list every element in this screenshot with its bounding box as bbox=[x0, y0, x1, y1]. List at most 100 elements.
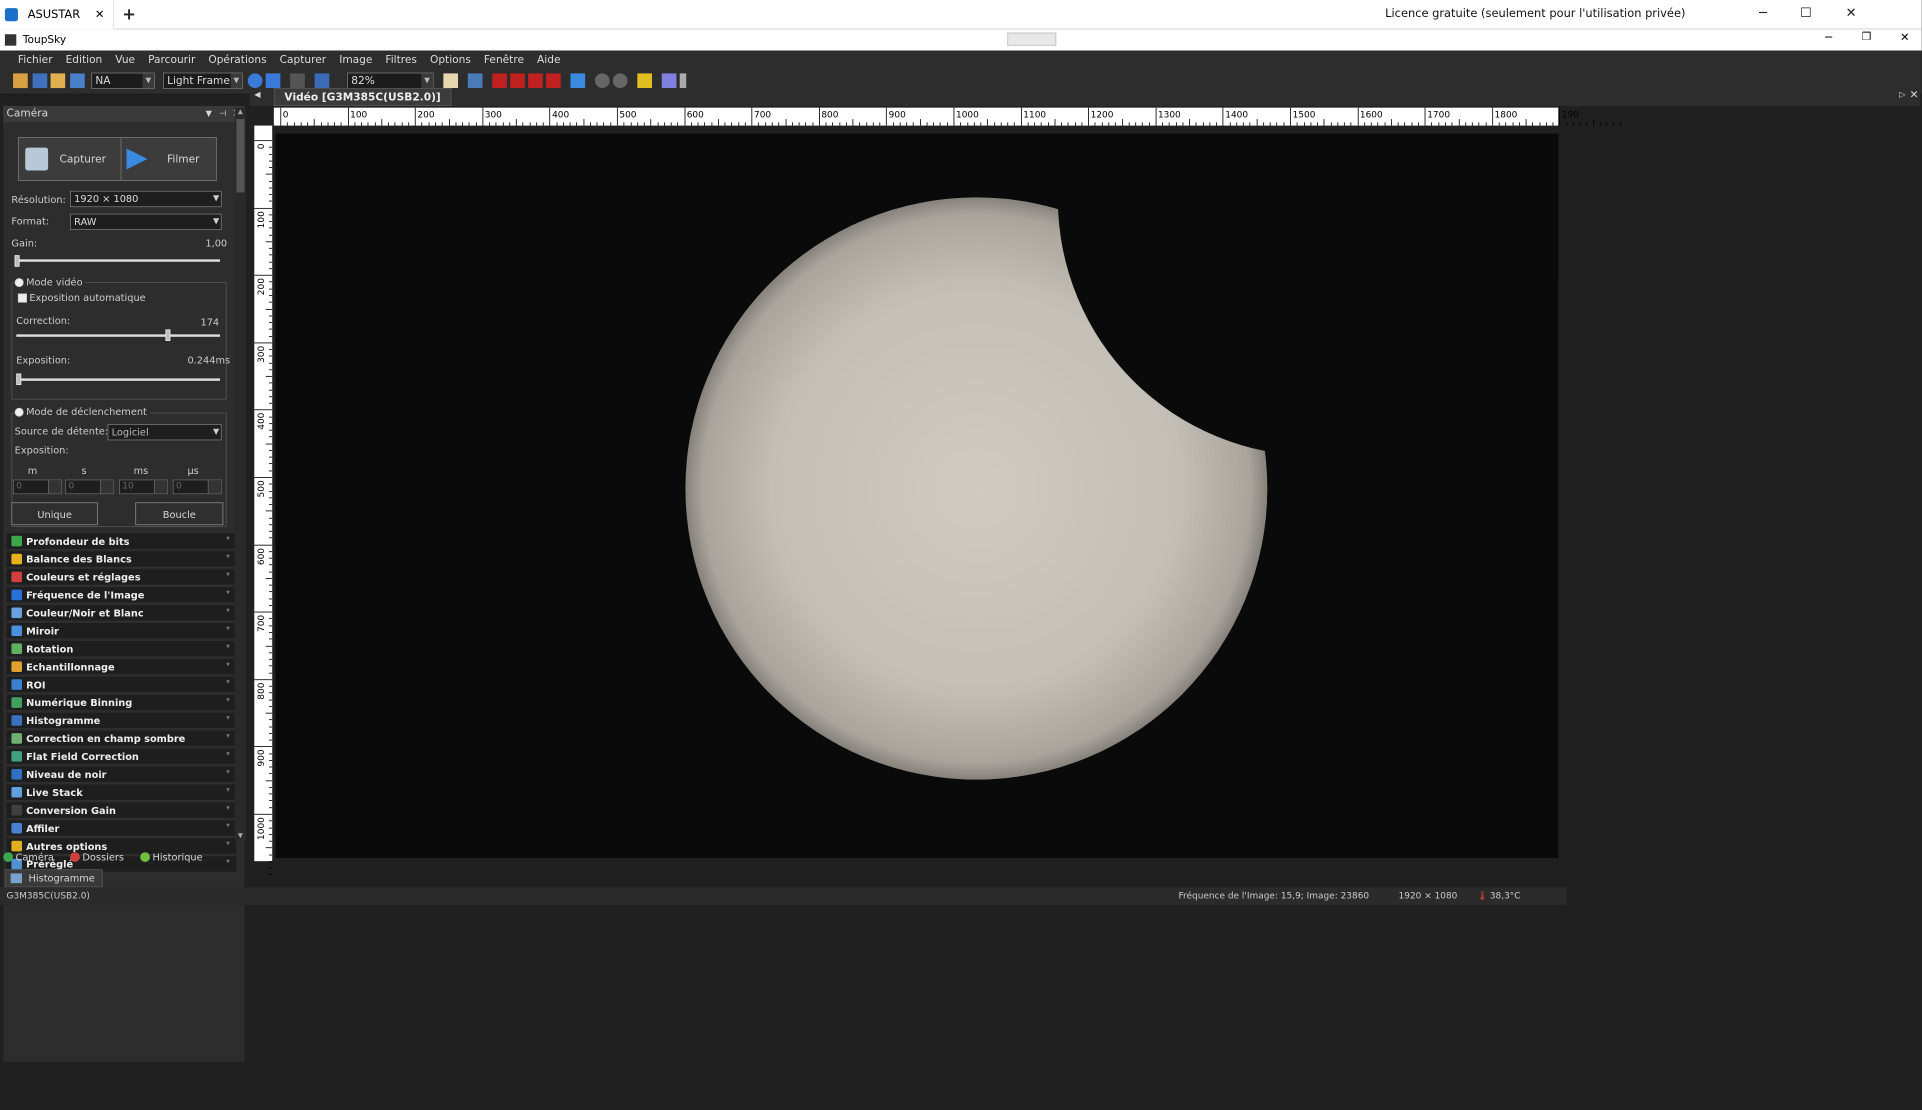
video-mode-radio[interactable]: Mode vidéo bbox=[14, 276, 86, 288]
single-button[interactable]: Unique bbox=[11, 502, 98, 526]
panel-scrollbar[interactable]: ▲ ▼ bbox=[234, 107, 247, 842]
scroll-up-icon[interactable]: ▲ bbox=[236, 108, 246, 118]
menu-item-1[interactable]: Edition bbox=[66, 53, 103, 65]
export-icon[interactable] bbox=[70, 73, 85, 89]
loop-button[interactable]: Boucle bbox=[135, 502, 224, 526]
accordion-section[interactable]: Live Stack ▾ bbox=[6, 784, 237, 801]
close-tab-icon[interactable]: ✕ bbox=[95, 8, 105, 21]
open-icon[interactable] bbox=[13, 73, 28, 89]
accordion-section[interactable]: Rotation ▾ bbox=[6, 640, 237, 658]
na-combo[interactable]: NA ▼ bbox=[91, 72, 155, 89]
accordion-section[interactable]: Fréquence de l'Image ▾ bbox=[6, 587, 237, 604]
close-window-icon[interactable]: ✕ bbox=[1846, 5, 1857, 20]
zoom-combo[interactable]: 82% ▼ bbox=[347, 72, 434, 89]
histogram-tab[interactable]: Histogramme bbox=[4, 869, 103, 888]
menu-item-3[interactable]: Parcourir bbox=[148, 53, 195, 65]
target2-icon[interactable] bbox=[528, 73, 543, 89]
menu-item-9[interactable]: Fenêtre bbox=[484, 53, 524, 65]
bottom-tab[interactable]: Dossiers bbox=[70, 851, 132, 863]
accordion-section[interactable]: Couleurs et réglages ▾ bbox=[6, 569, 237, 586]
cross-icon[interactable] bbox=[492, 73, 507, 89]
scroll-right-icon[interactable]: ▷ bbox=[1899, 91, 1905, 100]
folder-icon[interactable] bbox=[50, 73, 66, 89]
target-icon[interactable] bbox=[510, 73, 525, 89]
film-button[interactable]: Filmer bbox=[120, 137, 217, 182]
video-view[interactable] bbox=[275, 133, 1559, 858]
correction-slider-thumb[interactable] bbox=[165, 329, 171, 341]
app-close-icon[interactable]: ✕ bbox=[1900, 31, 1910, 44]
target3-icon[interactable] bbox=[546, 73, 561, 89]
app-restore-icon[interactable]: ❐ bbox=[1862, 31, 1871, 43]
remote-toolbar-icon[interactable] bbox=[1007, 32, 1057, 46]
remote-tab[interactable]: ASUSTAR ✕ bbox=[0, 0, 115, 30]
accordion-section[interactable]: Echantillonnage ▾ bbox=[6, 658, 237, 676]
bottom-tab[interactable]: Historique bbox=[140, 851, 211, 863]
refresh-icon[interactable] bbox=[247, 73, 263, 89]
play-icon[interactable] bbox=[265, 73, 281, 89]
pin-icon[interactable]: ⊣ bbox=[219, 106, 226, 122]
accordion-section[interactable]: Histogramme ▾ bbox=[6, 712, 237, 730]
correction-slider[interactable] bbox=[16, 334, 221, 337]
star-icon[interactable] bbox=[637, 73, 652, 89]
menu-item-4[interactable]: Opérations bbox=[208, 53, 266, 65]
accordion-section[interactable]: Couleur/Noir et Blanc ▾ bbox=[6, 605, 237, 622]
pause-icon[interactable] bbox=[290, 73, 305, 89]
forward-icon[interactable] bbox=[612, 73, 628, 89]
auto-exposure-checkbox[interactable]: Exposition automatique bbox=[17, 292, 146, 303]
accordion-section[interactable]: Correction en champ sombre ▾ bbox=[6, 730, 237, 747]
minutes-spinner[interactable]: 0 bbox=[13, 479, 62, 495]
menu-item-10[interactable]: Aide bbox=[537, 53, 560, 65]
chevron-down-icon: ▾ bbox=[226, 804, 230, 813]
gain-slider[interactable] bbox=[14, 259, 221, 262]
video-header: ◀ Vidéo [G3M385C(USB2.0)] ▷ ✕ bbox=[249, 88, 1921, 107]
exposure-slider-thumb[interactable] bbox=[16, 373, 22, 385]
accordion-section[interactable]: Affiler ▾ bbox=[6, 820, 237, 837]
section-icon bbox=[11, 822, 23, 834]
gain-slider-thumb[interactable] bbox=[14, 255, 20, 267]
image-icon[interactable] bbox=[467, 73, 483, 89]
microseconds-spinner[interactable]: 0 bbox=[172, 479, 222, 495]
menu-item-0[interactable]: Fichier bbox=[18, 53, 53, 65]
format-select[interactable]: RAW ▼ bbox=[70, 213, 222, 230]
section-label: Affiler bbox=[26, 822, 60, 834]
move-icon[interactable] bbox=[570, 73, 586, 89]
menu-item-8[interactable]: Options bbox=[430, 53, 471, 65]
back-icon[interactable] bbox=[594, 73, 610, 89]
menu-item-5[interactable]: Capturer bbox=[280, 53, 326, 65]
minimize-icon[interactable]: ─ bbox=[1759, 5, 1767, 20]
video-close-icon[interactable]: ✕ bbox=[1910, 89, 1919, 101]
accordion-section[interactable]: Niveau de noir ▾ bbox=[6, 766, 237, 783]
accordion-section[interactable]: Flat Field Correction ▾ bbox=[6, 748, 237, 765]
app-minimize-icon[interactable]: ─ bbox=[1825, 31, 1832, 44]
maximize-icon[interactable]: ☐ bbox=[1800, 5, 1812, 20]
accordion-section[interactable]: ROI ▾ bbox=[6, 676, 237, 694]
record-icon[interactable] bbox=[314, 73, 330, 89]
menu-item-2[interactable]: Vue bbox=[115, 53, 135, 65]
seconds-spinner[interactable]: 0 bbox=[65, 479, 115, 495]
hand-icon[interactable] bbox=[443, 73, 459, 89]
capture-button[interactable]: Capturer bbox=[17, 137, 136, 182]
milliseconds-spinner[interactable]: 10 bbox=[118, 479, 168, 495]
video-tab[interactable]: Vidéo [G3M385C(USB2.0)] bbox=[273, 88, 452, 107]
settings-icon[interactable] bbox=[661, 73, 677, 89]
accordion-section[interactable]: Miroir ▾ bbox=[6, 623, 237, 640]
scroll-down-icon[interactable]: ▼ bbox=[236, 832, 246, 842]
accordion-section[interactable]: Profondeur de bits ▾ bbox=[6, 533, 237, 550]
trigger-source-select[interactable]: Logiciel ▼ bbox=[107, 424, 222, 441]
trigger-mode-radio[interactable]: Mode de déclenchement bbox=[14, 406, 151, 418]
menu-item-6[interactable]: Image bbox=[339, 53, 372, 65]
accordion-section[interactable]: Numérique Binning ▾ bbox=[6, 694, 237, 712]
resolution-select[interactable]: 1920 × 1080 ▼ bbox=[70, 190, 222, 208]
scroll-thumb[interactable] bbox=[236, 119, 245, 193]
accordion-section[interactable]: Conversion Gain ▾ bbox=[6, 802, 237, 819]
exposure-slider[interactable] bbox=[16, 378, 221, 381]
frame-type-combo[interactable]: Light Frame ▼ bbox=[163, 72, 243, 89]
accordion-section[interactable]: Balance des Blancs ▾ bbox=[6, 551, 237, 568]
menu-item-7[interactable]: Filtres bbox=[385, 53, 417, 65]
grip-icon[interactable] bbox=[679, 73, 687, 89]
panel-menu-icon[interactable]: ▼ bbox=[206, 106, 212, 122]
new-tab-button[interactable]: + bbox=[122, 4, 136, 24]
bottom-tab[interactable]: Caméra bbox=[3, 851, 62, 863]
scroll-left-icon[interactable]: ◀ bbox=[254, 91, 260, 100]
save-icon[interactable] bbox=[32, 73, 48, 89]
